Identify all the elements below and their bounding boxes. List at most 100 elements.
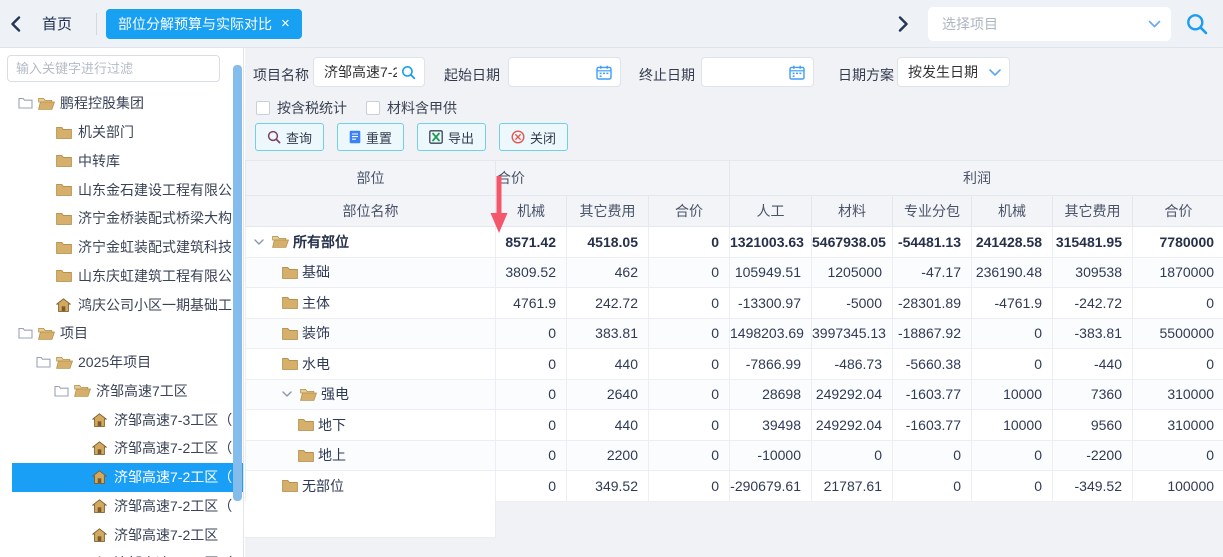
table-row[interactable]: 所有部位8571.424518.0501321003.635467938.05-…: [246, 227, 1223, 258]
end-date-label: 终止日期: [639, 65, 695, 85]
checkbox-material[interactable]: 材料含甲供: [366, 98, 457, 118]
sidebar-tree-item[interactable]: 济邹高速7-2工区（: [0, 434, 243, 463]
table-row[interactable]: 强电02640028698249292.04-1603.771000073603…: [246, 379, 1223, 410]
sidebar-tree-item[interactable]: 济邹高速7-2工区（: [0, 463, 243, 492]
sidebar-scrollbar[interactable]: [233, 65, 242, 501]
column-header[interactable]: 机械: [972, 196, 1053, 227]
column-header[interactable]: 专业分包: [893, 196, 972, 227]
table-row[interactable]: 地下0440039498249292.04-1603.7710000956031…: [246, 410, 1223, 441]
value-cell: 0: [1133, 440, 1223, 471]
sidebar-tree-item[interactable]: 中转库: [0, 147, 243, 176]
search-icon[interactable]: [1185, 12, 1209, 36]
column-header[interactable]: 部位名称: [246, 196, 496, 227]
end-date-input[interactable]: [712, 64, 785, 80]
sidebar-tree-item[interactable]: 山东庆虹建筑工程有限公: [0, 262, 243, 291]
row-name-label: 无部位: [302, 476, 344, 496]
sidebar-tree-item[interactable]: 项目: [0, 319, 243, 348]
sidebar-tree-item[interactable]: 济宁金桥装配式桥梁大构: [0, 204, 243, 233]
checkbox-tax-box[interactable]: [256, 101, 270, 115]
sidebar-tree-item[interactable]: 济邹高速7工区: [0, 377, 243, 406]
sidebar-tree-item[interactable]: 济宁金虹装配式建筑科技: [0, 233, 243, 262]
name-cell[interactable]: 强电: [246, 379, 496, 410]
tab-close-icon[interactable]: ×: [281, 16, 290, 31]
name-cell[interactable]: 无部位: [246, 471, 496, 502]
checkbox-tax-label: 按含税统计: [277, 98, 347, 118]
start-date-input[interactable]: [519, 64, 592, 80]
name-cell[interactable]: 地下: [246, 410, 496, 441]
sidebar-tree-item[interactable]: 山东金石建设工程有限公: [0, 175, 243, 204]
caret-down-icon[interactable]: [282, 391, 296, 397]
name-cell[interactable]: 地上: [246, 440, 496, 471]
folder-icon: [298, 418, 314, 431]
close-button[interactable]: 关闭: [499, 123, 568, 151]
tab-active[interactable]: 部位分解预算与实际对比 ×: [106, 9, 302, 39]
chevron-down-icon: [1148, 20, 1161, 28]
value-cell: 1205000: [812, 257, 893, 288]
column-header[interactable]: 机械: [496, 196, 567, 227]
project-name-input[interactable]: [324, 64, 397, 80]
value-cell: 0: [496, 349, 567, 380]
value-cell: 0: [496, 471, 567, 502]
value-cell: -4761.9: [972, 288, 1053, 319]
sidebar-tree-item[interactable]: 机关部门: [0, 118, 243, 147]
forward-icon[interactable]: [888, 9, 918, 39]
folder-icon: [56, 126, 77, 139]
project-name-field[interactable]: [313, 57, 425, 87]
sidebar-tree-item[interactable]: 鸿庆公司小区一期基础工: [0, 290, 243, 319]
checkbox-tax[interactable]: 按含税统计: [256, 98, 347, 118]
tree-expander-icon[interactable]: [18, 97, 38, 109]
export-button[interactable]: 导出: [417, 123, 486, 151]
name-cell[interactable]: 水电: [246, 349, 496, 380]
project-select[interactable]: 选择项目: [928, 7, 1171, 41]
table-row[interactable]: 主体4761.9242.720-13300.97-5000-28301.89-4…: [246, 288, 1223, 319]
name-cell[interactable]: 基础: [246, 257, 496, 288]
table-row[interactable]: 装饰0383.8101498203.693997345.13-18867.920…: [246, 318, 1223, 349]
sidebar-tree-item[interactable]: 鹏程控股集团: [0, 89, 243, 118]
value-cell: 0: [496, 440, 567, 471]
date-scheme-select[interactable]: 按发生日期: [897, 57, 1010, 87]
table-row[interactable]: 无部位0349.520-290679.6121787.6100-349.5210…: [246, 471, 1223, 502]
value-cell: 0: [649, 349, 730, 380]
tab-home[interactable]: 首页: [30, 13, 96, 34]
value-cell: 0: [972, 318, 1053, 349]
column-header[interactable]: 其它费用: [1053, 196, 1133, 227]
checkbox-material-box[interactable]: [366, 101, 380, 115]
sidebar-tree-item[interactable]: 2025年项目: [0, 348, 243, 377]
name-cell[interactable]: 所有部位: [246, 227, 496, 258]
value-cell: -242.72: [1053, 288, 1133, 319]
tree-item-label: 济邹高速7-2工区（: [114, 438, 232, 458]
tree-filter-input[interactable]: [7, 55, 220, 82]
reset-button[interactable]: 重置: [337, 123, 404, 151]
table-row[interactable]: 基础3809.524620105949.511205000-47.1723619…: [246, 257, 1223, 288]
tree-expander-icon[interactable]: [54, 385, 74, 397]
date-scheme-label: 日期方案: [838, 65, 894, 85]
start-date-field[interactable]: [508, 57, 621, 87]
column-header[interactable]: 人工: [730, 196, 812, 227]
column-header[interactable]: 其它费用: [567, 196, 649, 227]
caret-down-icon[interactable]: [254, 239, 268, 245]
name-cell[interactable]: 主体: [246, 288, 496, 319]
tree-expander-icon[interactable]: [18, 327, 38, 339]
column-header[interactable]: 材料: [812, 196, 893, 227]
query-button[interactable]: 查询: [255, 123, 324, 151]
chevron-down-icon: [989, 69, 1001, 76]
value-cell: 236190.48: [972, 257, 1053, 288]
sidebar-tree-item[interactable]: 济邹高速7-1工区（: [0, 549, 243, 557]
end-date-field[interactable]: [701, 57, 814, 87]
folder-icon: [56, 212, 77, 225]
column-header[interactable]: 合价: [1133, 196, 1223, 227]
table-row[interactable]: 水电04400-7866.99-486.73-5660.380-4400: [246, 349, 1223, 380]
column-header[interactable]: 合价: [649, 196, 730, 227]
tree-expander-icon[interactable]: [36, 356, 56, 368]
search-small-icon[interactable]: [401, 65, 416, 80]
toolbar: 查询 重置 导出 关闭: [255, 123, 568, 151]
calendar-icon[interactable]: [789, 65, 805, 80]
tree-item-label: 济宁金桥装配式桥梁大构: [78, 208, 232, 228]
name-cell[interactable]: 装饰: [246, 318, 496, 349]
sidebar-tree-item[interactable]: 济邹高速7-2工区（: [0, 492, 243, 521]
sidebar-tree-item[interactable]: 济邹高速7-2工区: [0, 520, 243, 549]
sidebar-tree-item[interactable]: 济邹高速7-3工区（: [0, 405, 243, 434]
calendar-icon[interactable]: [596, 65, 612, 80]
back-icon[interactable]: [0, 9, 30, 39]
table-row[interactable]: 地上022000-10000000-22000: [246, 440, 1223, 471]
